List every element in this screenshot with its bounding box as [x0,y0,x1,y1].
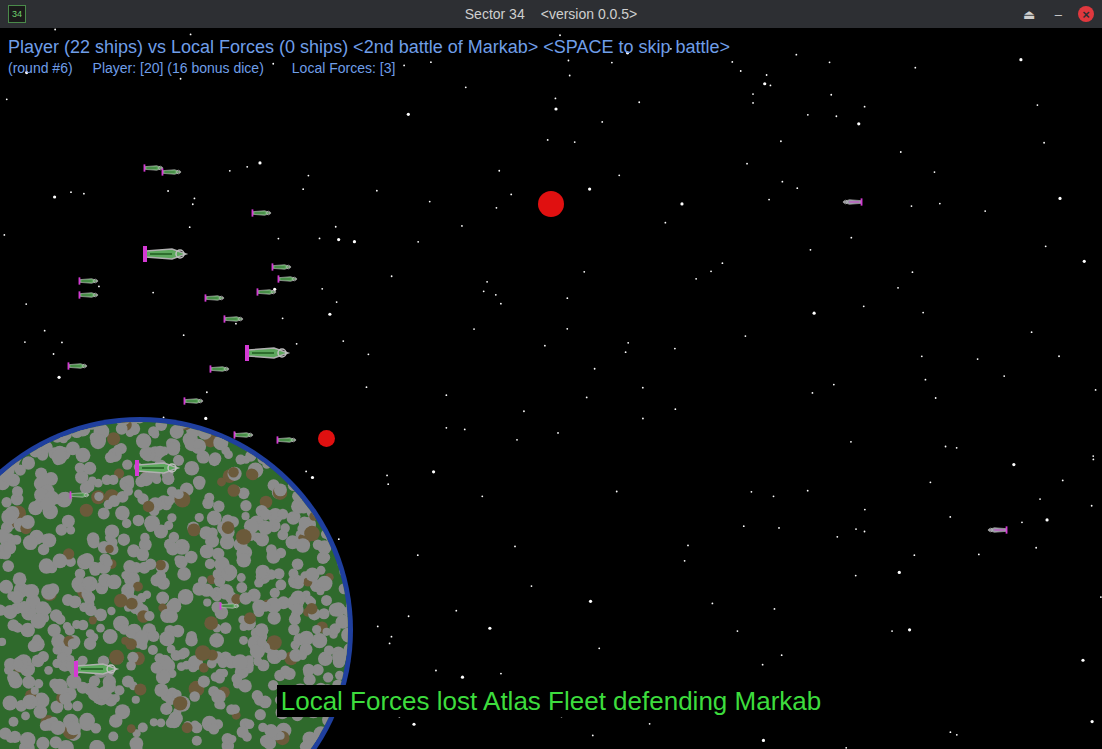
player-ship-icon [66,361,90,371]
close-button[interactable]: × [1078,6,1094,22]
player-ship-icon [203,293,227,303]
enemy-ship-icon [985,525,1009,535]
battle-view: Player (22 ships) vs Local Forces (0 shi… [0,28,1102,749]
enemy-dice: Local Forces: [3] [292,58,396,78]
shot-marker [538,191,564,217]
player-ship-icon [275,435,299,445]
player-ship-icon [68,490,92,500]
round-label: (round #6) [8,58,73,78]
player-ship-icon [244,342,292,364]
player-ship-icon [250,208,274,218]
player-ship-icon [218,601,242,611]
shot-marker [318,430,335,447]
enemy-ship-icon [840,197,864,207]
player-ship-icon [142,243,190,265]
player-ship-icon [270,262,294,272]
player-ship-icon [73,658,121,680]
app-icon: 34 [8,5,26,23]
version-label: <version 0.0.5> [541,4,638,25]
player-ship-icon [276,274,300,284]
player-ship-icon [77,276,101,286]
eject-button[interactable]: ⏏ [1019,8,1039,21]
battle-title: Player (22 ships) vs Local Forces (0 shi… [8,36,1094,58]
player-ship-icon [232,430,256,440]
player-ship-icon [182,396,206,406]
player-ship-icon [222,314,246,324]
battle-header: Player (22 ships) vs Local Forces (0 shi… [0,28,1102,78]
app-window: 34 Sector 34<version 0.0.5> ⏏–× Player (22 … [0,0,1102,749]
player-dice: Player: [20] (16 bonus dice) [93,58,264,78]
player-ship-icon [255,287,279,297]
player-ship-icon [208,364,232,374]
battle-stats: (round #6) Player: [20] (16 bonus dice) Lo… [8,58,1094,78]
battle-message: Local Forces lost Atlas Fleet defending … [277,685,826,717]
window-title: Sector 34<version 0.0.5> [465,4,637,25]
player-ship-icon [160,167,184,177]
minimize-button[interactable]: – [1051,8,1066,21]
player-ship-icon [77,290,101,300]
player-ship-icon [134,457,182,479]
title-bar: 34 Sector 34<version 0.0.5> ⏏–× [0,0,1102,28]
